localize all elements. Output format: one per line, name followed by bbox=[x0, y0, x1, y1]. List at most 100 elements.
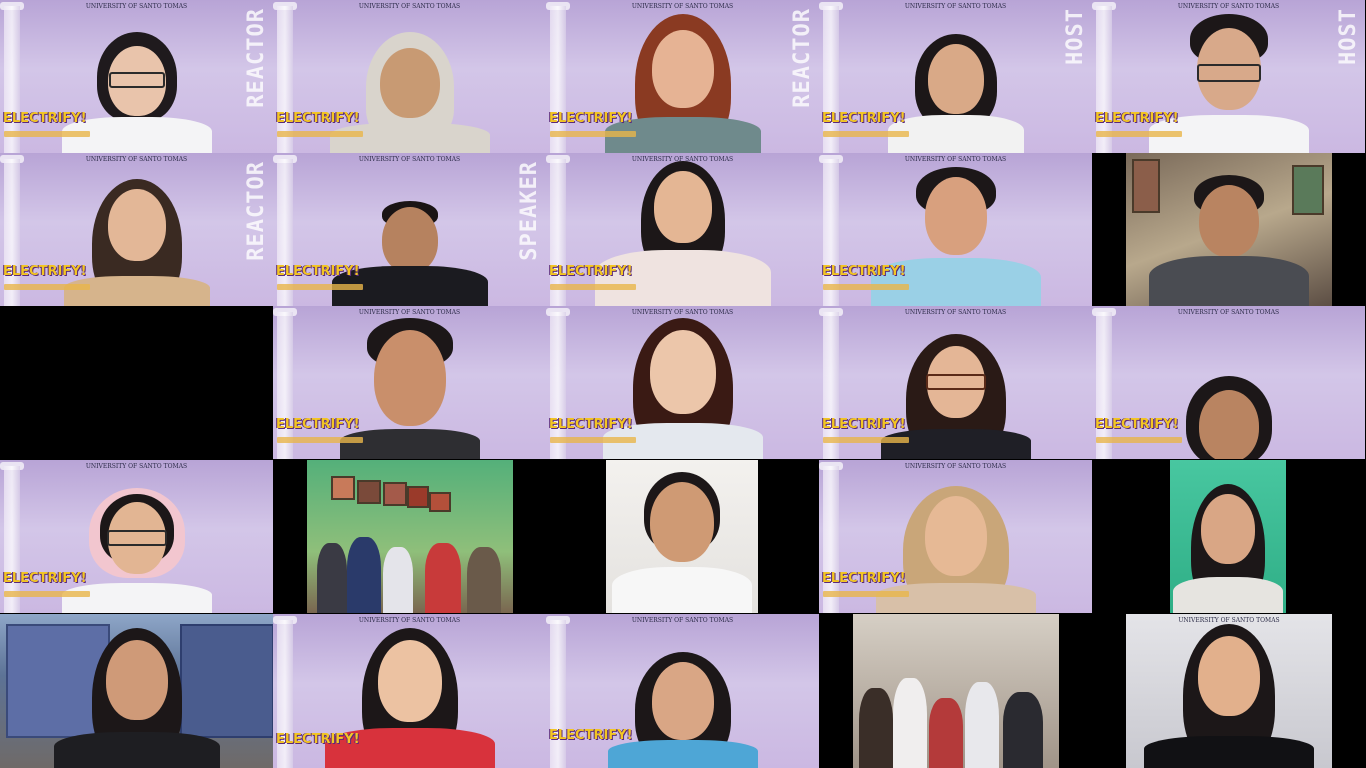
university-banner: UNIVERSITY OF SANTO TOMAS bbox=[85, 3, 188, 10]
event-logo: ELECTRIFY! bbox=[822, 571, 906, 586]
participant-body bbox=[1144, 736, 1314, 768]
participant-face bbox=[1198, 390, 1259, 459]
participant-face bbox=[653, 171, 712, 243]
participant-video-tile[interactable]: UNIVERSITY OF SANTO TOMAS ELECTRIFY! REA… bbox=[546, 0, 819, 153]
participant-video-tile[interactable]: UNIVERSITY OF SANTO TOMAS ELECTRIFY! bbox=[546, 614, 819, 768]
participant-face bbox=[924, 496, 987, 576]
participant-body bbox=[965, 682, 999, 768]
participant-video-tile[interactable]: UNIVERSITY OF SANTO TOMAS ELECTRIFY! bbox=[1092, 306, 1365, 459]
university-banner: UNIVERSITY OF SANTO TOMAS bbox=[1177, 309, 1280, 316]
camera-feed bbox=[853, 614, 1059, 768]
event-logo: ELECTRIFY! bbox=[822, 264, 906, 279]
glasses bbox=[925, 374, 986, 390]
university-banner: UNIVERSITY OF SANTO TOMAS bbox=[1178, 617, 1280, 624]
participant-body bbox=[875, 583, 1036, 613]
participant-body bbox=[425, 543, 461, 613]
university-banner: UNIVERSITY OF SANTO TOMAS bbox=[358, 3, 461, 10]
participant-body bbox=[329, 123, 490, 153]
event-logo: ELECTRIFY! bbox=[549, 417, 633, 432]
participant-face bbox=[1201, 494, 1255, 564]
participant-video-tile[interactable]: UNIVERSITY OF SANTO TOMAS ELECTRIFY! SPE… bbox=[273, 153, 546, 306]
participant-video-tile[interactable]: UNIVERSITY OF SANTO TOMAS ELECTRIFY! bbox=[273, 0, 546, 153]
participant-body bbox=[53, 732, 220, 768]
participant-video-tile[interactable]: UNIVERSITY OF SANTO TOMAS ELECTRIFY! REA… bbox=[0, 153, 273, 306]
event-logo: ELECTRIFY! bbox=[3, 264, 87, 279]
camera-feed: UNIVERSITY OF SANTO TOMAS bbox=[1126, 614, 1332, 768]
glasses bbox=[1196, 64, 1261, 82]
participant-video-tile[interactable]: UNIVERSITY OF SANTO TOMAS ELECTRIFY! REA… bbox=[0, 0, 273, 153]
event-logo-ribbon bbox=[277, 131, 363, 137]
university-banner: UNIVERSITY OF SANTO TOMAS bbox=[904, 463, 1007, 470]
participant-face bbox=[373, 330, 446, 426]
event-logo-ribbon bbox=[823, 131, 909, 137]
role-label: SPEAKER bbox=[517, 161, 542, 261]
event-logo-ribbon bbox=[4, 284, 90, 290]
participant-body bbox=[63, 276, 210, 306]
participant-body bbox=[893, 678, 927, 768]
participant-video-tile[interactable]: UNIVERSITY OF SANTO TOMAS ELECTRIFY! bbox=[546, 153, 819, 306]
university-banner: UNIVERSITY OF SANTO TOMAS bbox=[85, 463, 188, 470]
participant-face bbox=[379, 48, 440, 118]
participant-face bbox=[927, 44, 984, 114]
participant-video-tile[interactable] bbox=[0, 614, 273, 768]
participant-face bbox=[650, 482, 714, 562]
participant-video-tile[interactable] bbox=[819, 614, 1092, 768]
participant-video-tile[interactable]: UNIVERSITY OF SANTO TOMAS ELECTRIFY! bbox=[273, 614, 546, 768]
participant-video-tile[interactable]: UNIVERSITY OF SANTO TOMAS ELECTRIFY! HOS… bbox=[819, 0, 1092, 153]
wall-frame bbox=[383, 482, 407, 506]
event-logo: ELECTRIFY! bbox=[1095, 417, 1179, 432]
participant-body bbox=[347, 537, 381, 613]
video-grid: UNIVERSITY OF SANTO TOMAS ELECTRIFY! REA… bbox=[0, 0, 1366, 768]
participant-video-tile[interactable]: UNIVERSITY OF SANTO TOMAS bbox=[1092, 614, 1365, 768]
participant-video-tile[interactable] bbox=[1092, 460, 1365, 613]
participant-face bbox=[1198, 636, 1260, 716]
participant-body bbox=[1149, 256, 1309, 306]
participant-face bbox=[105, 640, 168, 720]
event-logo: ELECTRIFY! bbox=[276, 111, 360, 126]
participant-video-tile[interactable]: UNIVERSITY OF SANTO TOMAS ELECTRIFY! bbox=[819, 306, 1092, 459]
event-logo: ELECTRIFY! bbox=[549, 111, 633, 126]
event-logo-ribbon bbox=[277, 284, 363, 290]
university-banner: UNIVERSITY OF SANTO TOMAS bbox=[904, 3, 1007, 10]
wall-frame bbox=[357, 480, 381, 504]
participant-body bbox=[339, 429, 480, 459]
role-label: REACTOR bbox=[244, 8, 269, 108]
university-banner: UNIVERSITY OF SANTO TOMAS bbox=[85, 156, 188, 163]
building bbox=[180, 624, 273, 738]
glasses bbox=[108, 72, 165, 88]
participant-body bbox=[859, 688, 893, 768]
event-logo: ELECTRIFY! bbox=[276, 732, 360, 747]
event-logo-ribbon bbox=[823, 437, 909, 443]
participant-video-tile[interactable]: UNIVERSITY OF SANTO TOMAS ELECTRIFY! bbox=[273, 306, 546, 459]
event-logo-ribbon bbox=[1096, 131, 1182, 137]
participant-video-tile[interactable] bbox=[546, 460, 819, 613]
university-banner: UNIVERSITY OF SANTO TOMAS bbox=[631, 309, 734, 316]
university-banner: UNIVERSITY OF SANTO TOMAS bbox=[1177, 3, 1280, 10]
event-logo: ELECTRIFY! bbox=[822, 111, 906, 126]
wall-painting bbox=[1292, 165, 1324, 215]
participant-video-tile[interactable] bbox=[1092, 153, 1365, 306]
participant-video-tile[interactable]: UNIVERSITY OF SANTO TOMAS ELECTRIFY! bbox=[819, 460, 1092, 613]
participant-face bbox=[107, 189, 166, 261]
participant-video-tile[interactable]: UNIVERSITY OF SANTO TOMAS ELECTRIFY! bbox=[0, 460, 273, 613]
participant-video-tile[interactable]: UNIVERSITY OF SANTO TOMAS ELECTRIFY! bbox=[546, 306, 819, 459]
university-banner: UNIVERSITY OF SANTO TOMAS bbox=[904, 156, 1007, 163]
participant-body bbox=[61, 583, 212, 613]
participant-body bbox=[383, 547, 413, 613]
participant-video-tile[interactable]: UNIVERSITY OF SANTO TOMAS ELECTRIFY! bbox=[819, 153, 1092, 306]
pillar-decoration bbox=[550, 620, 566, 768]
wall-frame bbox=[407, 486, 429, 508]
participant-body bbox=[1173, 577, 1283, 613]
participant-video-tile[interactable]: UNIVERSITY OF SANTO TOMAS ELECTRIFY! HOS… bbox=[1092, 0, 1365, 153]
participant-body bbox=[607, 740, 758, 768]
participant-body bbox=[1003, 692, 1043, 768]
empty-tile bbox=[0, 306, 273, 459]
participant-body bbox=[317, 543, 347, 613]
role-label: HOST bbox=[1063, 8, 1088, 65]
event-logo: ELECTRIFY! bbox=[549, 264, 633, 279]
event-logo-ribbon bbox=[823, 591, 909, 597]
event-logo: ELECTRIFY! bbox=[822, 417, 906, 432]
participant-face bbox=[649, 330, 716, 414]
participant-video-tile[interactable] bbox=[273, 460, 546, 613]
event-logo: ELECTRIFY! bbox=[1095, 111, 1179, 126]
